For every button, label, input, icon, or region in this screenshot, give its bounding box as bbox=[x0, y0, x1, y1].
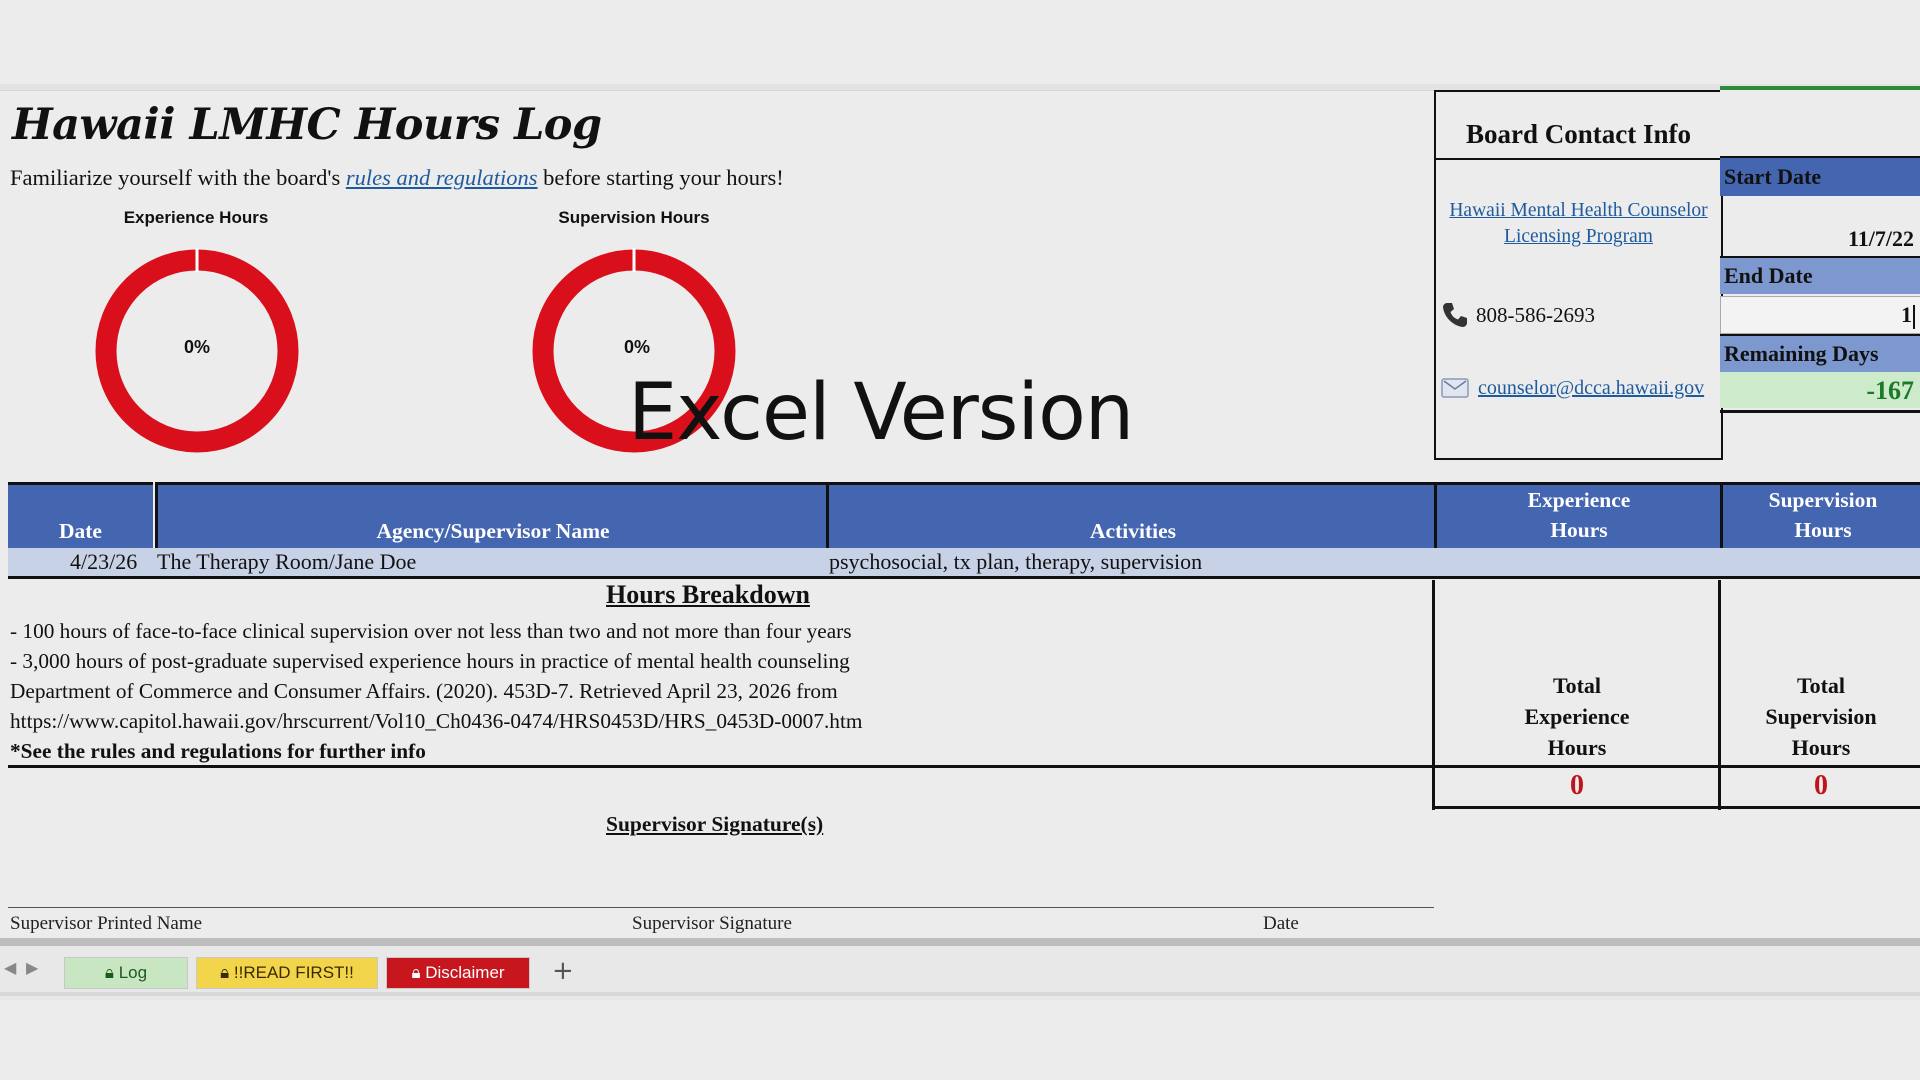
signature-line bbox=[8, 907, 1434, 908]
lock-icon: 🔒︎ bbox=[220, 963, 230, 982]
lock-icon: 🔒︎ bbox=[104, 963, 114, 982]
total-supervision-line1: Total bbox=[1796, 673, 1846, 698]
email-link[interactable]: counselor@dcca.hawaii.gov bbox=[1478, 377, 1704, 400]
subtitle-text-after: before starting your hours! bbox=[537, 165, 784, 190]
breakdown-line: Department of Commerce and Consumer Affa… bbox=[10, 679, 838, 703]
hours-breakdown-title: Hours Breakdown bbox=[606, 580, 810, 609]
excel-version-watermark: Excel Version bbox=[628, 368, 1134, 458]
supervision-percent: 0% bbox=[623, 337, 650, 357]
sheet-tab-label: !!READ FIRST!! bbox=[233, 963, 354, 982]
sheet-tab-label: Log bbox=[118, 963, 148, 982]
supervisor-printed-name-label: Supervisor Printed Name bbox=[10, 913, 203, 934]
total-supervision-value[interactable]: 0 bbox=[1722, 770, 1920, 802]
supervisor-signature-title: Supervisor Signature(s) bbox=[606, 812, 824, 836]
phone-row: 808-586-2693 bbox=[1440, 300, 1595, 330]
board-contact-box: Board Contact Info Hawaii Mental Health … bbox=[1434, 90, 1723, 460]
header-supervision-hours[interactable]: Supervision Hours bbox=[1720, 482, 1920, 550]
total-experience-line2: Experience bbox=[1524, 704, 1630, 729]
grid-line bbox=[8, 765, 1920, 768]
hours-breakdown-text: - 100 hours of face-to-face clinical sup… bbox=[10, 616, 862, 766]
header-supervision-line1: Supervision bbox=[1768, 488, 1878, 512]
grid-line bbox=[1434, 806, 1920, 809]
header-supervision-line2: Hours bbox=[1794, 518, 1852, 542]
sheet-tab-bar: ◀ ▶ 🔒︎ Log 🔒︎ !!READ FIRST!! 🔒︎ Disclaim… bbox=[0, 938, 1920, 1000]
sheet-tab-log[interactable]: 🔒︎ Log bbox=[64, 957, 188, 989]
page-title: Hawaii LMHC Hours Log bbox=[12, 100, 602, 150]
lock-icon: 🔒︎ bbox=[411, 963, 421, 982]
row-agency[interactable]: The Therapy Room/Jane Doe bbox=[157, 549, 416, 575]
row-experience-hours[interactable] bbox=[1434, 549, 1718, 576]
header-experience-line2: Hours bbox=[1550, 518, 1608, 542]
email-icon bbox=[1441, 378, 1469, 398]
licensing-program-link[interactable]: Hawaii Mental Health Counselor Licensing… bbox=[1442, 198, 1715, 250]
experience-chart-title: Experience Hours bbox=[123, 208, 269, 227]
total-supervision-line3: Hours bbox=[1791, 735, 1851, 760]
text-cursor bbox=[1913, 304, 1915, 329]
total-experience-value[interactable]: 0 bbox=[1436, 770, 1718, 802]
header-date[interactable]: Date bbox=[8, 482, 153, 550]
total-experience-line1: Total bbox=[1552, 673, 1602, 698]
sheet-tab-label: Disclaimer bbox=[425, 963, 505, 982]
experience-percent: 0% bbox=[183, 337, 210, 357]
row-activities[interactable]: psychosocial, tx plan, therapy, supervis… bbox=[829, 549, 1202, 575]
header-experience-hours[interactable]: Experience Hours bbox=[1434, 482, 1721, 550]
row-date[interactable]: 4/23/26 bbox=[70, 549, 137, 575]
header-activities[interactable]: Activities bbox=[826, 482, 1437, 550]
email-row: counselor@dcca.hawaii.gov bbox=[1440, 376, 1704, 400]
add-sheet-button[interactable]: + bbox=[552, 956, 574, 986]
header-activities-label: Activities bbox=[1090, 519, 1176, 543]
total-experience-label: Total Experience Hours bbox=[1436, 670, 1718, 763]
remaining-days-label: Remaining Days bbox=[1720, 334, 1920, 372]
subtitle: Familiarize yourself with the board's ru… bbox=[10, 165, 784, 191]
supervision-chart-title: Supervision Hours bbox=[558, 208, 710, 227]
supervisor-signature-label: Supervisor Signature bbox=[632, 913, 792, 934]
subtitle-text-before: Familiarize yourself with the board's bbox=[10, 165, 346, 190]
breakdown-line: https://www.capitol.hawaii.gov/hrscurren… bbox=[10, 709, 863, 733]
breakdown-note: *See the rules and regulations for furth… bbox=[10, 739, 426, 763]
row-supervision-hours[interactable] bbox=[1720, 549, 1920, 576]
start-date-label: Start Date bbox=[1720, 156, 1920, 196]
right-col-border bbox=[1720, 410, 1920, 413]
header-agency-label: Agency/Supervisor Name bbox=[376, 519, 610, 543]
total-supervision-line2: Supervision bbox=[1765, 704, 1877, 729]
status-bar bbox=[0, 992, 1920, 996]
remaining-days-value[interactable]: -167 bbox=[1720, 372, 1920, 408]
total-experience-line3: Hours bbox=[1547, 735, 1607, 760]
sheet-tab-disclaimer[interactable]: 🔒︎ Disclaimer bbox=[386, 957, 530, 989]
phone-icon bbox=[1443, 303, 1467, 327]
phone-number: 808-586-2693 bbox=[1476, 302, 1595, 327]
table-row[interactable]: 4/23/26 The Therapy Room/Jane Doe psycho… bbox=[8, 548, 1920, 579]
empty-cell[interactable] bbox=[1720, 90, 1920, 156]
header-date-label: Date bbox=[59, 519, 102, 543]
scroll-right-icon[interactable]: ▶ bbox=[26, 958, 38, 977]
scroll-left-icon[interactable]: ◀ bbox=[4, 958, 16, 977]
sheet-tab-read-first[interactable]: 🔒︎ !!READ FIRST!! bbox=[196, 957, 378, 989]
rules-and-regulations-link[interactable]: rules and regulations bbox=[346, 165, 538, 190]
breakdown-line: - 3,000 hours of post-graduate supervise… bbox=[10, 649, 850, 673]
grid-line bbox=[1432, 580, 1435, 810]
header-agency[interactable]: Agency/Supervisor Name bbox=[155, 482, 828, 550]
end-date-label: End Date bbox=[1720, 256, 1920, 294]
breakdown-line: - 100 hours of face-to-face clinical sup… bbox=[10, 619, 852, 643]
total-supervision-label: Total Supervision Hours bbox=[1722, 670, 1920, 763]
header-experience-line1: Experience bbox=[1527, 488, 1631, 512]
start-date-value[interactable]: 11/7/22 bbox=[1720, 196, 1920, 256]
grid-line bbox=[1718, 580, 1721, 810]
end-date-value: 1 bbox=[1901, 302, 1912, 327]
end-date-input[interactable]: 1 bbox=[1720, 296, 1920, 334]
date-label: Date bbox=[1263, 913, 1299, 934]
board-contact-title: Board Contact Info bbox=[1436, 92, 1721, 160]
